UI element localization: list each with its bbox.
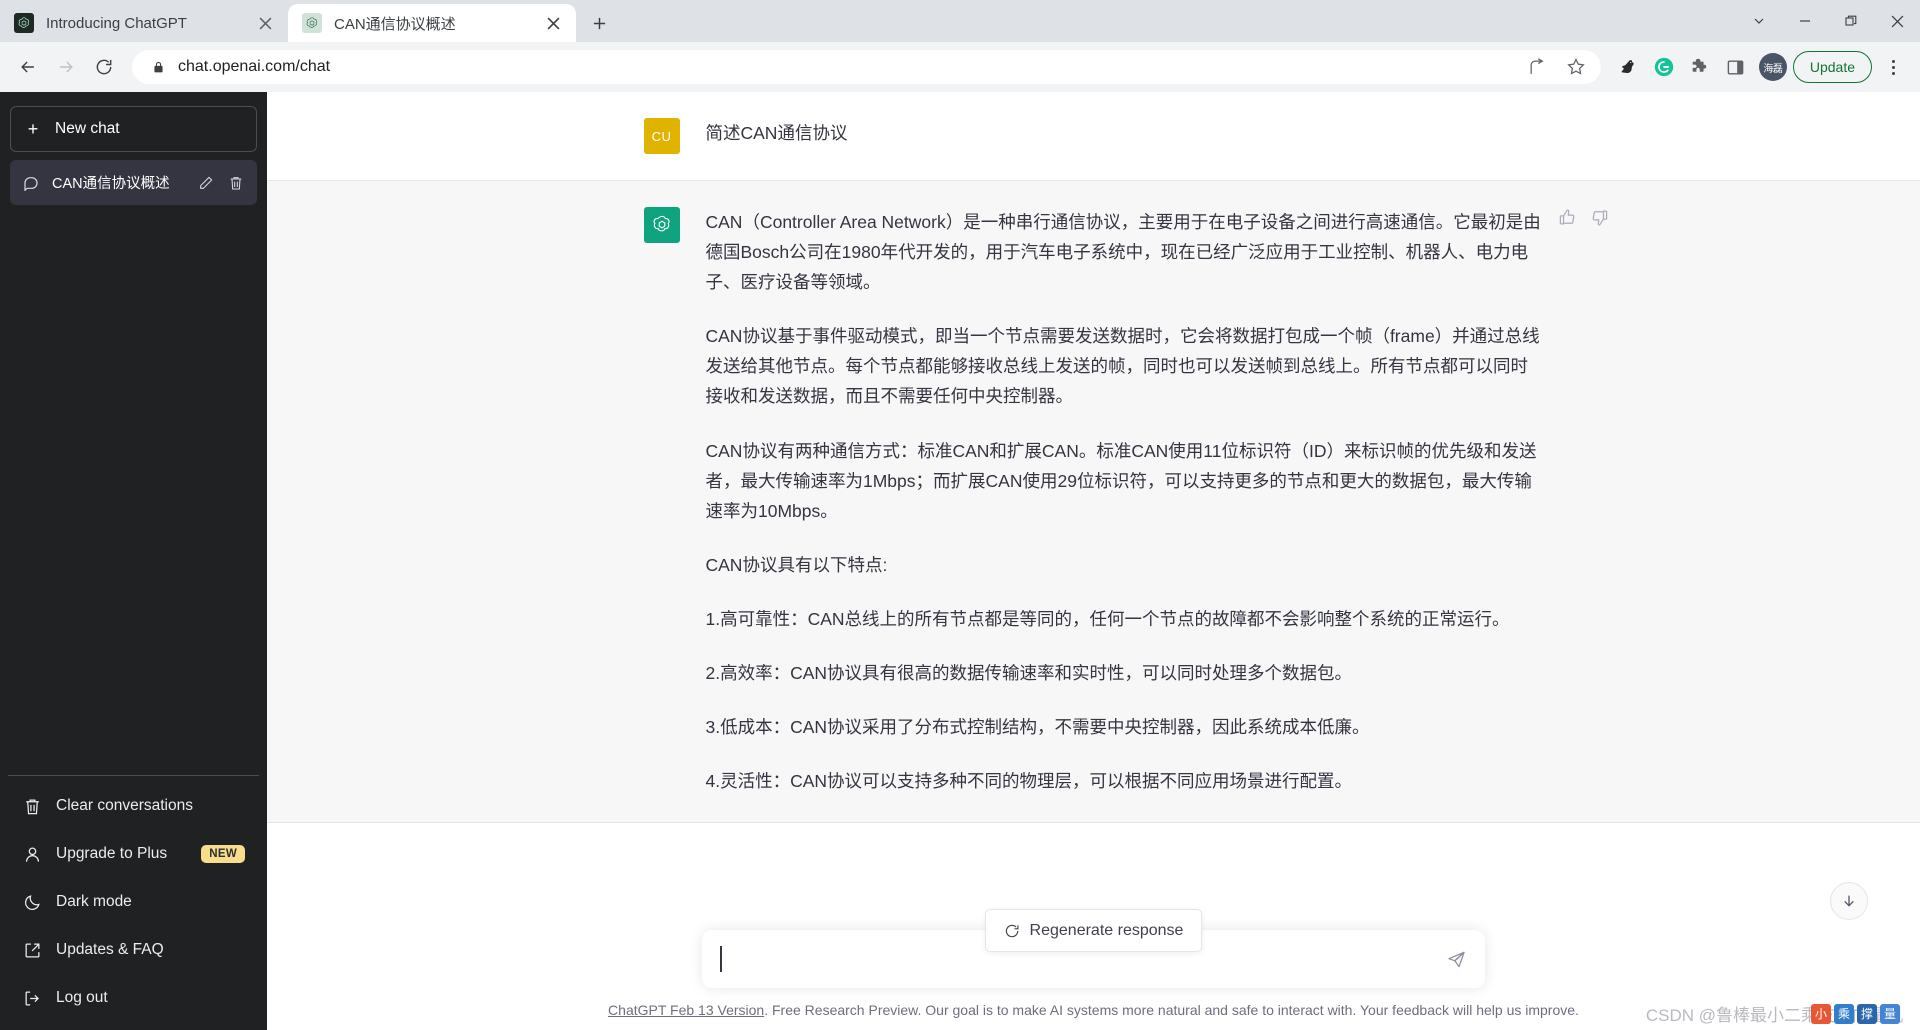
trash-icon: [22, 797, 42, 816]
new-chat-label: New chat: [55, 120, 120, 137]
scroll-to-bottom-button[interactable]: [1830, 882, 1868, 920]
sidebar-item-dark-mode[interactable]: Dark mode: [10, 878, 257, 926]
message-inner: CU 简述CAN通信协议: [643, 92, 1544, 180]
forward-arrow-icon[interactable]: [48, 49, 84, 85]
avatar: CU: [643, 118, 680, 154]
new-tab-button[interactable]: [582, 6, 616, 40]
browser-toolbar: chat.openai.com/chat 海磊 Update: [0, 42, 1920, 92]
paragraph: 简述CAN通信协议: [705, 123, 848, 143]
user-message: CU 简述CAN通信协议: [267, 92, 1920, 180]
omnibox-actions: [1521, 50, 1593, 84]
paragraph: CAN（Controller Area Network）是一种串行通信协议，主要…: [705, 212, 1541, 293]
lock-icon: [148, 61, 168, 74]
paragraph: 2.高效率：CAN协议具有很高的数据传输速率和实时性，可以同时处理多个数据包。: [705, 663, 1353, 684]
sidebar-item-label: Upgrade to Plus: [56, 845, 168, 862]
thumbs-up-icon[interactable]: [1556, 205, 1580, 229]
reload-icon[interactable]: [86, 49, 122, 85]
back-arrow-icon[interactable]: [10, 49, 46, 85]
chatgpt-icon: [302, 13, 322, 33]
profile-avatar[interactable]: 海磊: [1758, 53, 1787, 81]
close-window-icon[interactable]: [1874, 0, 1920, 42]
browser-tab-0[interactable]: Introducing ChatGPT: [0, 4, 288, 42]
conversation-item-0[interactable]: CAN通信协议概述: [10, 160, 257, 205]
message-thread: CU 简述CAN通信协议 CAN（Controller Area Network…: [267, 92, 1920, 930]
restore-icon[interactable]: [1828, 0, 1874, 42]
moon-icon: [22, 893, 42, 912]
window-controls: [1736, 0, 1920, 42]
url-text: chat.openai.com/chat: [178, 58, 331, 75]
refresh-icon: [1004, 923, 1020, 939]
sidebar: + New chat CAN通信协议概述 Clear conversations…: [0, 92, 267, 1030]
side-panel-icon[interactable]: [1719, 50, 1753, 84]
paragraph: 1.高可靠性：CAN总线上的所有节点都是等同的，任何一个节点的故障都不会影响整个…: [705, 608, 1510, 629]
arrow-down-icon: [1841, 893, 1857, 909]
close-icon[interactable]: [254, 12, 276, 34]
browser-tab-1[interactable]: CAN通信协议概述: [288, 4, 576, 42]
close-icon[interactable]: [542, 12, 564, 34]
grammarly-icon[interactable]: [1647, 50, 1681, 84]
message-feedback-actions: [1556, 205, 1612, 229]
chat-main: CU 简述CAN通信协议 CAN（Controller Area Network…: [267, 92, 1920, 1030]
tab-strip: Introducing ChatGPT CAN通信协议概述: [0, 0, 1920, 42]
footer-disclaimer: ChatGPT Feb 13 Version. Free Research Pr…: [267, 1002, 1920, 1018]
update-button[interactable]: Update: [1792, 51, 1872, 83]
page-content: + New chat CAN通信协议概述 Clear conversations…: [0, 92, 1920, 1030]
chatgpt-icon: [14, 13, 34, 33]
chat-bubble-icon: [22, 175, 40, 191]
assistant-message: CAN（Controller Area Network）是一种串行通信协议，主要…: [267, 180, 1920, 824]
conversation-list: CAN通信协议概述: [8, 160, 259, 775]
status-badge: NEW: [201, 845, 245, 863]
puzzle-extensions-icon[interactable]: [1683, 50, 1717, 84]
tab-search-chevron-down-icon[interactable]: [1736, 0, 1782, 42]
delete-icon[interactable]: [227, 175, 245, 191]
sidebar-bottom-menu: Clear conversations Upgrade to Plus NEW: [8, 775, 259, 1022]
conversation-title: CAN通信协议概述: [52, 176, 170, 192]
message-inner: CAN（Controller Area Network）是一种串行通信协议，主要…: [643, 181, 1608, 822]
browser-menu-kebab-icon[interactable]: [1876, 50, 1910, 84]
paragraph: CAN协议基于事件驱动模式，即当一个节点需要发送数据时，它会将数据打包成一个帧（…: [705, 326, 1540, 407]
sidebar-item-label: Dark mode: [56, 893, 132, 910]
thumbs-down-icon[interactable]: [1588, 205, 1612, 229]
sidebar-item-upgrade-to-plus[interactable]: Upgrade to Plus NEW: [10, 830, 257, 878]
version-link[interactable]: ChatGPT Feb 13 Version: [608, 1002, 764, 1018]
paragraph: 4.灵活性：CAN协议可以支持多种不同的物理层，可以根据不同应用场景进行配置。: [705, 771, 1353, 792]
edit-icon[interactable]: [197, 175, 215, 191]
sidebar-item-log-out[interactable]: Log out: [10, 974, 257, 1022]
bird-extension-icon[interactable]: [1611, 50, 1645, 84]
browser-window: Introducing ChatGPT CAN通信协议概述 chat.opena…: [0, 0, 1920, 1030]
tab-title: Introducing ChatGPT: [46, 14, 187, 32]
new-chat-button[interactable]: + New chat: [10, 106, 257, 152]
share-icon[interactable]: [1521, 50, 1555, 84]
text-caret: [720, 946, 722, 972]
send-plane-icon[interactable]: [1441, 944, 1471, 974]
sidebar-item-clear-conversations[interactable]: Clear conversations: [10, 782, 257, 830]
address-bar[interactable]: chat.openai.com/chat: [132, 50, 1601, 84]
paragraph: CAN协议有两种通信方式：标准CAN和扩展CAN。标准CAN使用11位标识符（I…: [705, 440, 1537, 521]
person-icon: [22, 845, 42, 864]
paragraph: 3.低成本：CAN协议采用了分布式控制结构，不需要中央控制器，因此系统成本低廉。: [705, 717, 1370, 738]
paragraph: CAN协议具有以下特点:: [705, 554, 888, 575]
avatar: [643, 207, 680, 243]
logout-icon: [22, 989, 42, 1008]
tab-title: CAN通信协议概述: [334, 15, 456, 33]
regenerate-response-button[interactable]: Regenerate response: [984, 909, 1203, 952]
footer-rest-text: . Free Research Preview. Our goal is to …: [764, 1002, 1579, 1018]
sidebar-item-label: Updates & FAQ: [56, 941, 164, 958]
minimize-icon[interactable]: [1782, 0, 1828, 42]
star-icon[interactable]: [1559, 50, 1593, 84]
plus-icon: +: [27, 119, 39, 139]
regenerate-label: Regenerate response: [1029, 921, 1184, 939]
sidebar-item-label: Clear conversations: [56, 797, 193, 814]
external-link-icon: [22, 941, 42, 960]
sidebar-item-updates-faq[interactable]: Updates & FAQ: [10, 926, 257, 974]
assistant-message-text: CAN（Controller Area Network）是一种串行通信协议，主要…: [706, 207, 1544, 796]
user-message-text: 简述CAN通信协议: [706, 118, 1544, 154]
sidebar-item-label: Log out: [56, 989, 108, 1006]
